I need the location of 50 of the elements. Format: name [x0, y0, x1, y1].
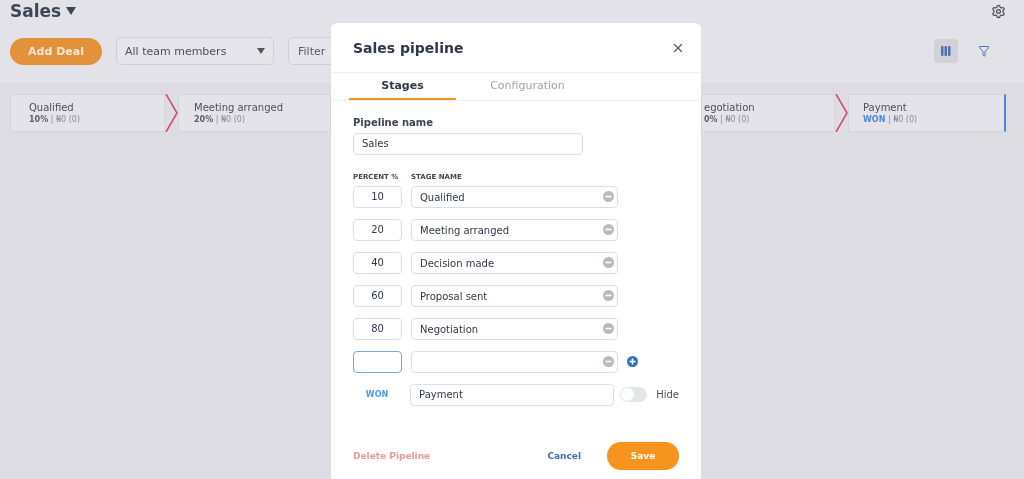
- stage-name-field[interactable]: Decision made: [411, 252, 618, 274]
- stage-name: Payment: [863, 102, 908, 113]
- remove-icon[interactable]: [603, 355, 614, 367]
- remove-icon[interactable]: [603, 289, 614, 301]
- chevron-icon: [165, 94, 178, 132]
- columns-icon: [941, 46, 951, 56]
- field-label: Pipeline name: [353, 117, 434, 128]
- stage-stats: 0% | ₦0 (0): [704, 115, 751, 124]
- stage-name-field[interactable]: Payment: [410, 383, 614, 406]
- stage-card[interactable]: Payment WON | ₦0 (0): [848, 94, 1006, 132]
- member-select[interactable]: All team members: [116, 37, 274, 65]
- stage-card[interactable]: Qualified 10% | ₦0 (0): [10, 94, 165, 132]
- remove-icon[interactable]: [603, 190, 614, 202]
- remove-icon[interactable]: [603, 322, 614, 334]
- stage-name-field[interactable]: Qualified: [411, 186, 618, 208]
- cancel-button[interactable]: Cancel: [547, 451, 581, 461]
- hide-toggle[interactable]: [619, 387, 648, 402]
- remove-icon[interactable]: [603, 256, 614, 268]
- stage-name-field[interactable]: Negotiation: [411, 318, 618, 340]
- stage-name: egotiation: [704, 102, 756, 113]
- stage-name: Meeting arranged: [194, 102, 284, 113]
- caret-icon[interactable]: [66, 7, 77, 15]
- funnel-icon: [978, 45, 990, 57]
- stage-name-field[interactable]: Meeting arranged: [411, 219, 618, 241]
- dialog-title: Sales pipeline: [353, 39, 464, 56]
- remove-icon[interactable]: [603, 223, 614, 235]
- stage-stats: WON | ₦0 (0): [863, 115, 919, 124]
- tab[interactable]: Stages: [349, 73, 456, 100]
- stage-card[interactable]: egotiation 0% | ₦0 (0): [701, 94, 835, 132]
- view-toggle[interactable]: [934, 39, 958, 63]
- pipeline-name-field[interactable]: Sales: [353, 132, 583, 155]
- stage-name: Qualified: [29, 102, 75, 113]
- add-icon[interactable]: [627, 356, 638, 367]
- stage-name-field[interactable]: [411, 351, 618, 373]
- caret-icon: [257, 48, 265, 54]
- hide-label: Hide: [656, 389, 679, 400]
- percent-field[interactable]: 20: [353, 218, 402, 241]
- percent-field[interactable]: 80: [353, 317, 402, 340]
- stage-name-field[interactable]: Proposal sent: [411, 285, 618, 307]
- stage-card[interactable]: Meeting arranged 20% | ₦0 (0): [178, 94, 331, 132]
- percent-field[interactable]: 60: [353, 284, 402, 307]
- stage-stats: 20% | ₦0 (0): [194, 115, 246, 124]
- percent-field[interactable]: 10: [353, 185, 402, 208]
- settings-icon[interactable]: [991, 3, 1006, 19]
- percent-field[interactable]: 40: [353, 251, 402, 274]
- chevron-icon: [835, 94, 848, 132]
- stage-stats: 10% | ₦0 (0): [29, 115, 81, 124]
- won-label: WON: [364, 390, 390, 399]
- percent-field[interactable]: [353, 350, 402, 373]
- page-title[interactable]: Sales: [10, 1, 62, 21]
